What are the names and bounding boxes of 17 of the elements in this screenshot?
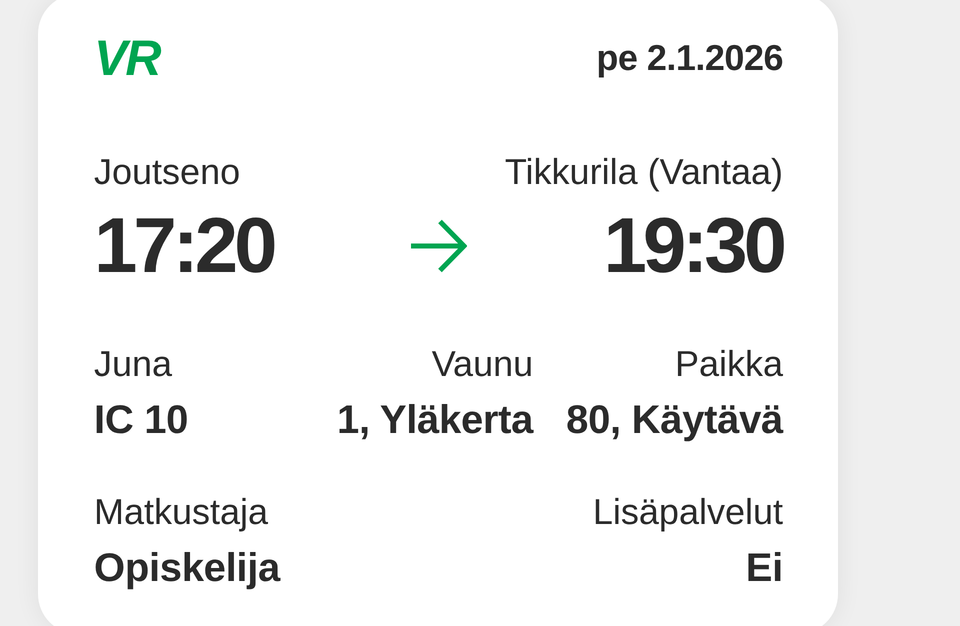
field-value: IC 10: [94, 400, 190, 440]
arrival-time: 19:30: [602, 206, 783, 284]
field-label: Paikka: [674, 346, 783, 382]
field-label: Lisäpalvelut: [592, 494, 783, 530]
departure-station: Joutseno: [94, 154, 242, 190]
arrival-station: Tikkurila (Vantaa): [504, 154, 783, 190]
field-value: 80, Käytävä: [566, 400, 783, 440]
field-label: Matkustaja: [94, 494, 270, 530]
arrow-right-icon: [410, 218, 466, 274]
departure-time: 17:20: [94, 206, 275, 284]
field-value: Ei: [744, 548, 783, 588]
field-label: Vaunu: [430, 346, 534, 382]
field-value: 1, Yläkerta: [337, 400, 534, 440]
field-value: Opiskelija: [94, 548, 282, 588]
travel-date: pe 2.1.2026: [596, 40, 783, 76]
field-label: Juna: [94, 346, 174, 382]
logo: VR: [94, 40, 160, 76]
